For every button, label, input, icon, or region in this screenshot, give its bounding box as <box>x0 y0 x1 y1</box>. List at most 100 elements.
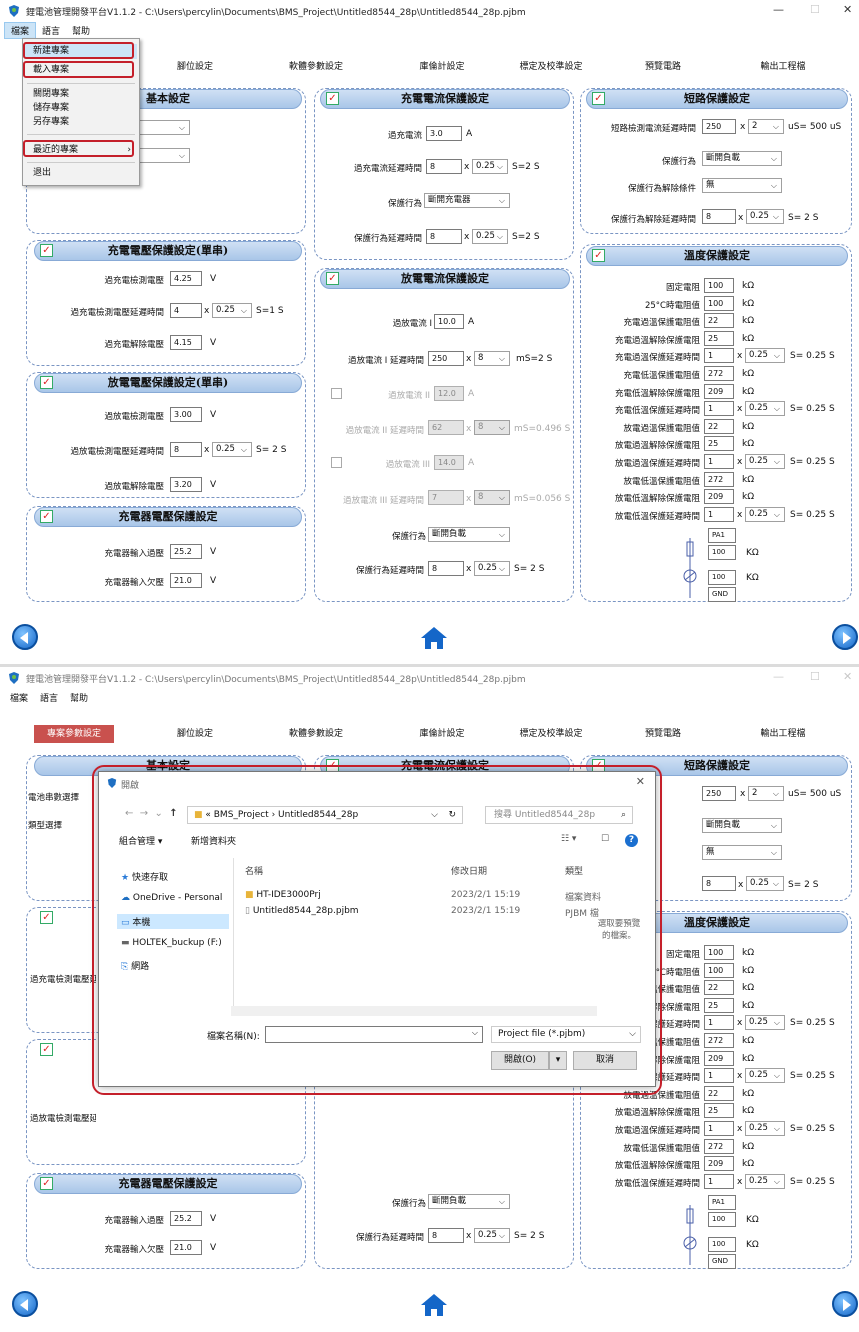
next-page-button[interactable] <box>832 1291 858 1317</box>
temp-row-input[interactable]: 100 <box>704 296 734 311</box>
temp-row-input[interactable]: 1 <box>704 348 734 363</box>
dc-od2-input[interactable]: 12.0 <box>434 386 464 401</box>
resistor-fixed-value[interactable]: 100 <box>708 1212 736 1227</box>
sc-release-mult[interactable]: 0.25 ⌵ <box>746 209 784 224</box>
tab-preview-circuit[interactable]: 預覽電路 <box>628 58 698 76</box>
temp-row-mult[interactable]: 0.25 ⌵ <box>745 1068 785 1083</box>
ov-delay-input[interactable]: 4 <box>170 303 202 318</box>
menu-language[interactable]: 語言 <box>36 23 66 38</box>
temp-row-input[interactable]: 272 <box>704 366 734 381</box>
uv-delay-input[interactable]: 8 <box>170 442 202 457</box>
tab-software-params[interactable]: 軟體參數設定 <box>276 725 356 743</box>
sc-release-input[interactable]: 8 <box>702 876 736 891</box>
dc-od3-delay-input[interactable]: 7 <box>428 490 464 505</box>
cc-delay-mult[interactable]: 0.25 ⌵ <box>472 159 508 174</box>
tab-pin-settings[interactable]: 腳位設定 <box>160 725 230 743</box>
sc-release-input[interactable]: 8 <box>702 209 736 224</box>
dc-release-mult[interactable]: 0.25 ⌵ <box>474 561 510 576</box>
charger-enable-checkbox[interactable]: ✓ <box>40 510 53 523</box>
uv-delay-mult[interactable]: 0.25 ⌵ <box>212 442 252 457</box>
charger-ov-input[interactable]: 25.2 <box>170 1211 202 1226</box>
sc-delay-input[interactable]: 250 <box>702 119 736 134</box>
resistor-fixed-value[interactable]: 100 <box>708 545 736 560</box>
tab-calibration[interactable]: 標定及校準設定 <box>508 725 594 743</box>
thermistor-value[interactable]: 100 <box>708 1237 736 1252</box>
temp-row-input[interactable]: 209 <box>704 384 734 399</box>
dc-od2-delay-mult[interactable]: 8 ⌵ <box>474 420 510 435</box>
prev-page-button[interactable] <box>12 624 38 650</box>
charger-ov-input[interactable]: 25.2 <box>170 544 202 559</box>
sc-cond-select[interactable]: 無 ⌵ <box>702 178 782 193</box>
temp-row-mult[interactable]: 0.25 ⌵ <box>745 401 785 416</box>
short-circuit-enable-checkbox[interactable]: ✓ <box>592 92 605 105</box>
tab-project-params[interactable]: 專案參數設定 <box>34 725 114 743</box>
close-button[interactable]: ✕ <box>843 3 852 16</box>
temp-row-input[interactable]: 22 <box>704 980 734 995</box>
temp-row-input[interactable]: 209 <box>704 489 734 504</box>
temp-row-mult[interactable]: 0.25 ⌵ <box>745 1174 785 1189</box>
temp-row-input[interactable]: 25 <box>704 998 734 1013</box>
temp-row-input[interactable]: 22 <box>704 419 734 434</box>
menu-save-project[interactable]: 儲存專案 <box>25 101 137 116</box>
overvoltage-enable-checkbox[interactable]: ✓ <box>40 244 53 257</box>
dc-release-input[interactable]: 8 <box>428 561 464 576</box>
uv-release-input[interactable]: 3.20 <box>170 477 202 492</box>
cc-action-select[interactable]: 斷開充電器 ⌵ <box>424 193 510 208</box>
temp-row-input[interactable]: 272 <box>704 472 734 487</box>
menu-file[interactable]: 檔案 <box>4 21 37 39</box>
dc-od1-input[interactable]: 10.0 <box>434 314 464 329</box>
cc-release-mult[interactable]: 0.25 ⌵ <box>472 229 508 244</box>
sc-delay-input[interactable]: 250 <box>702 786 736 801</box>
tab-calibration[interactable]: 標定及校準設定 <box>508 58 594 76</box>
home-button[interactable] <box>420 1293 448 1317</box>
menu-language[interactable]: 語言 <box>34 690 64 705</box>
dc-action-select[interactable]: 斷開負載 ⌵ <box>428 1194 510 1209</box>
tab-coulomb-settings[interactable]: 庫倫計設定 <box>404 58 480 76</box>
temp-row-input[interactable]: 25 <box>704 331 734 346</box>
sc-delay-mult[interactable]: 2 ⌵ <box>748 786 784 801</box>
menu-help[interactable]: 幫助 <box>66 23 96 38</box>
prev-page-button[interactable] <box>12 1291 38 1317</box>
ov-delay-mult[interactable]: 0.25 ⌵ <box>212 303 252 318</box>
temp-row-input[interactable]: 272 <box>704 1033 734 1048</box>
dc-od1-delay-input[interactable]: 250 <box>428 351 464 366</box>
temperature-enable-checkbox[interactable]: ✓ <box>592 249 605 262</box>
dc-od3-input[interactable]: 14.0 <box>434 455 464 470</box>
menu-exit[interactable]: 退出 <box>25 166 137 181</box>
sc-action-select[interactable]: 斷開負載 ⌵ <box>702 818 782 833</box>
menu-file[interactable]: 檔案 <box>4 690 34 705</box>
temp-row-input[interactable]: 100 <box>704 963 734 978</box>
temp-row-input[interactable]: 25 <box>704 436 734 451</box>
temp-row-mult[interactable]: 0.25 ⌵ <box>745 1015 785 1030</box>
temp-row-mult[interactable]: 0.25 ⌵ <box>745 1121 785 1136</box>
tab-export-project[interactable]: 輸出工程檔 <box>744 58 822 76</box>
overvoltage-enable-checkbox[interactable]: ✓ <box>40 911 53 924</box>
temp-row-mult[interactable]: 0.25 ⌵ <box>745 507 785 522</box>
temp-row-input[interactable]: 209 <box>704 1051 734 1066</box>
temp-row-input[interactable]: 1 <box>704 1068 734 1083</box>
temp-row-input[interactable]: 1 <box>704 1174 734 1189</box>
ov-release-input[interactable]: 4.15 <box>170 335 202 350</box>
temp-row-input[interactable]: 1 <box>704 1015 734 1030</box>
temp-row-input[interactable]: 22 <box>704 1086 734 1101</box>
temp-row-input[interactable]: 1 <box>704 1121 734 1136</box>
minimize-button[interactable]: — <box>773 670 784 683</box>
sc-cond-select[interactable]: 無 ⌵ <box>702 845 782 860</box>
charger-uv-input[interactable]: 21.0 <box>170 573 202 588</box>
cc-delay-input[interactable]: 8 <box>426 159 462 174</box>
temp-row-input[interactable]: 100 <box>704 945 734 960</box>
tab-export-project[interactable]: 輸出工程檔 <box>744 725 822 743</box>
uv-detect-input[interactable]: 3.00 <box>170 407 202 422</box>
cc-release-input[interactable]: 8 <box>426 229 462 244</box>
temp-row-input[interactable]: 22 <box>704 313 734 328</box>
maximize-button[interactable]: ☐ <box>810 670 820 683</box>
thermistor-value[interactable]: 100 <box>708 570 736 585</box>
sc-release-mult[interactable]: 0.25 ⌵ <box>746 876 784 891</box>
discharge-current-enable-checkbox[interactable]: ✓ <box>326 272 339 285</box>
dc-od3-delay-mult[interactable]: 8 ⌵ <box>474 490 510 505</box>
sc-delay-mult[interactable]: 2 ⌵ <box>748 119 784 134</box>
home-button[interactable] <box>420 626 448 650</box>
temp-row-input[interactable]: 25 <box>704 1103 734 1118</box>
ov-detect-input[interactable]: 4.25 <box>170 271 202 286</box>
dc-od2-delay-input[interactable]: 62 <box>428 420 464 435</box>
